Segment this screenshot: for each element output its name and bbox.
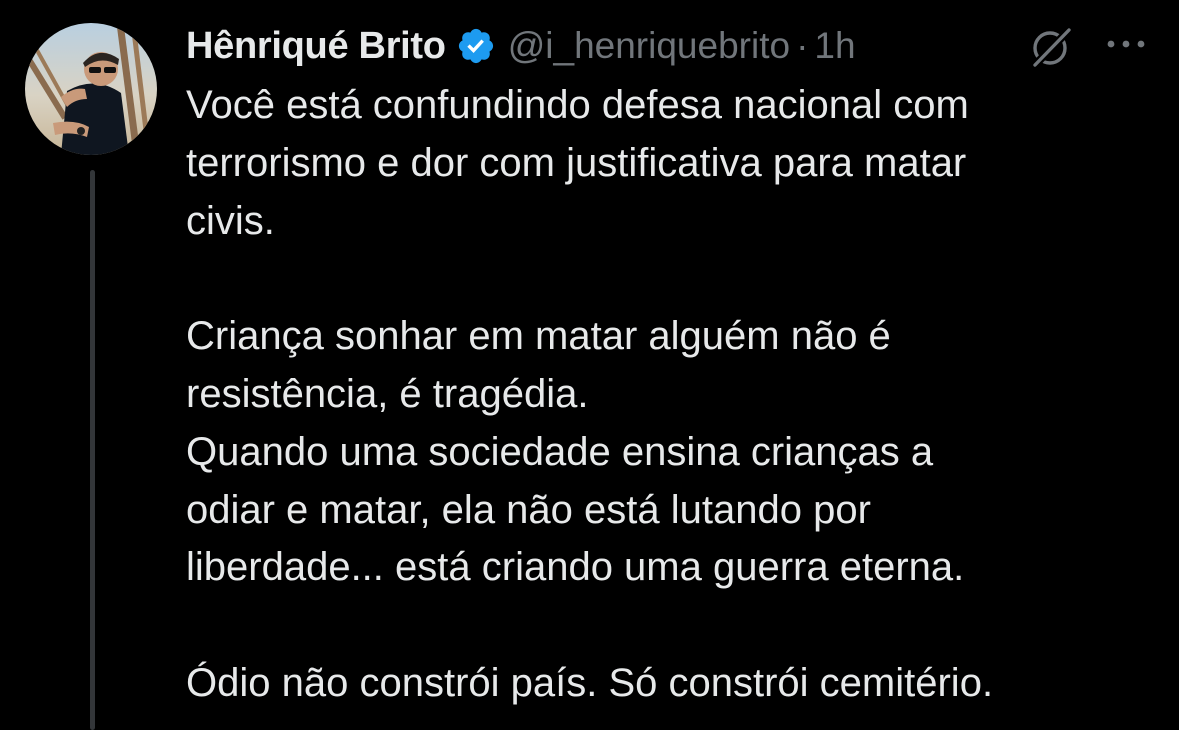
avatar[interactable] xyxy=(25,23,157,155)
tweet-line: liberdade... está criando uma guerra ete… xyxy=(186,545,965,590)
tweet-line: Criança sonhar em matar alguém não é xyxy=(186,314,891,359)
verified-badge-icon[interactable] xyxy=(456,26,496,66)
tweet-line: Quando uma sociedade ensina crianças a xyxy=(186,429,934,474)
grok-icon[interactable] xyxy=(1028,24,1074,70)
tweet-line: Você está confundindo defesa nacional co… xyxy=(186,83,969,127)
tweet-line: terrorismo e dor com justificativa para … xyxy=(186,140,967,185)
paragraph-break xyxy=(186,250,1166,308)
avatar-image xyxy=(25,23,157,155)
author-handle[interactable]: @i_henriquebrito xyxy=(508,25,790,67)
tweet-line: odiar e matar, ela não está lutando por xyxy=(186,487,871,532)
tweet-text: Você está confundindo defesa nacional co… xyxy=(186,77,1166,713)
tweet-timestamp[interactable]: 1h xyxy=(814,25,855,67)
display-name[interactable]: Hênriqué Brito xyxy=(186,25,446,68)
tweet-header: Hênriqué Brito @i_henriquebrito · 1h xyxy=(186,18,856,74)
tweet[interactable]: Hênriqué Brito @i_henriquebrito · 1h Voc… xyxy=(0,0,1179,730)
thread-line xyxy=(90,170,95,730)
separator-dot: · xyxy=(796,25,809,66)
tweet-line: resistência, é tragédia. xyxy=(186,371,589,416)
more-icon[interactable] xyxy=(1104,30,1148,58)
tweet-line: Ódio não constrói país. Só constrói cemi… xyxy=(186,660,994,705)
tweet-line: civis. xyxy=(186,198,275,243)
paragraph-break xyxy=(186,597,1166,655)
